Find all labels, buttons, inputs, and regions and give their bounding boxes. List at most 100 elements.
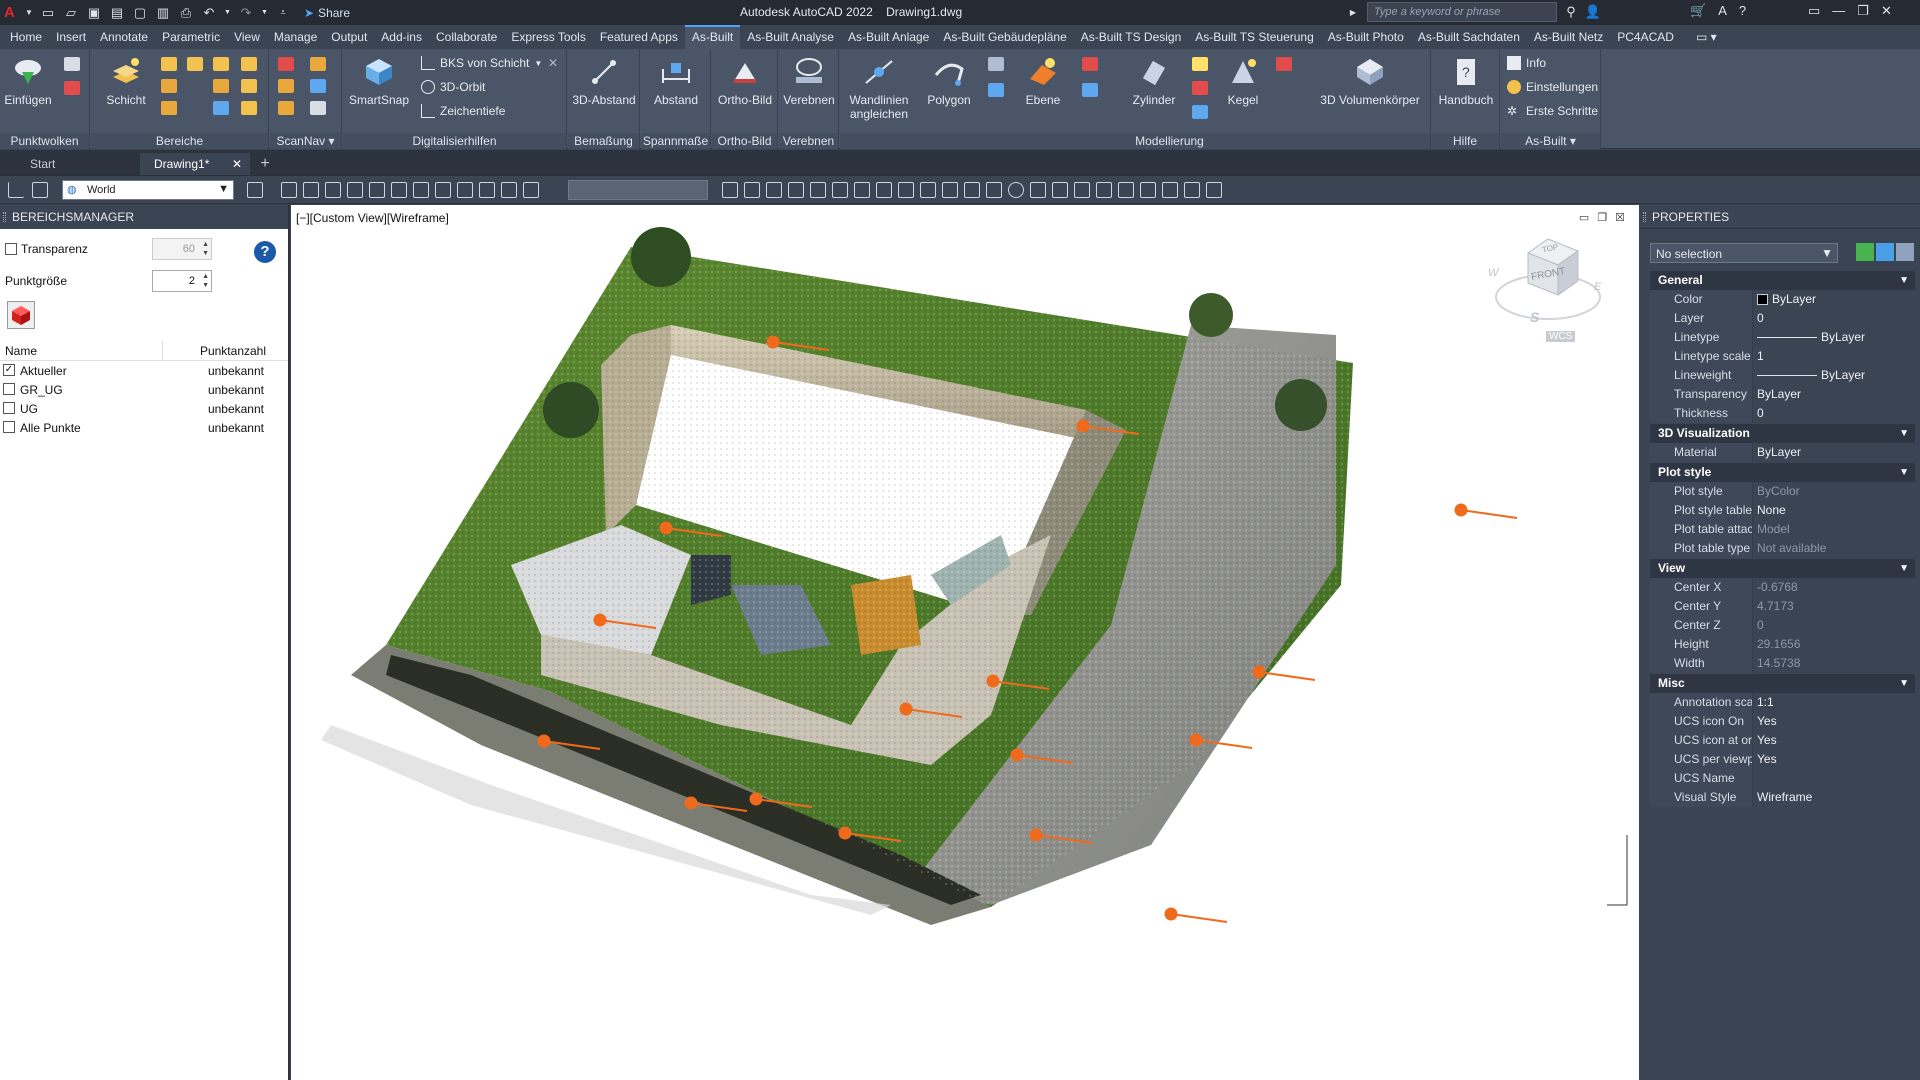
property-row[interactable]: Thickness 0 [1650,404,1915,423]
region-visibility-checkbox[interactable]: ✓ [3,364,15,376]
ebene-button[interactable]: Ebene [1018,55,1068,107]
quick-select-icon[interactable] [1896,243,1914,261]
zeichentiefe-button[interactable]: Zeichentiefe [421,104,505,118]
region-tool-2-icon[interactable] [187,57,203,71]
viewport-label[interactable]: [−][Custom View][Wireframe] [296,211,449,225]
punktgroesse-spin-arrows-icon[interactable]: ▲ ▼ [202,272,209,290]
app-menu-chevron-icon[interactable]: ▼ [25,5,33,21]
region-tool-8-icon[interactable] [161,101,177,115]
property-row[interactable]: Layer 0 [1650,309,1915,328]
model-tool-4-icon[interactable] [1082,83,1098,97]
new-tab-plus-icon[interactable]: + [250,153,280,175]
model-tool-8-icon[interactable] [1276,57,1292,71]
property-row[interactable]: Color ByLayer [1650,290,1915,309]
ucs-select-dropdown[interactable]: ◍ World ▼ [62,180,234,200]
panel-title-scannav[interactable]: ScanNav ▾ [270,133,341,149]
region-row[interactable]: GR_UG unbekannt [0,380,288,399]
properties-section-plot-style[interactable]: Plot style ▼ [1650,463,1915,482]
create-region-button[interactable] [7,301,35,329]
tab-drawing1[interactable]: Drawing1* ✕ [140,153,250,175]
pan-icon[interactable] [810,182,826,198]
viewport-minimize-icon[interactable]: ▭ [1579,211,1589,224]
toggle-pickadd-icon[interactable] [1856,243,1874,261]
search-input[interactable]: Type a keyword or phrase [1367,2,1557,22]
view-left-icon[interactable] [325,182,341,198]
cart-icon[interactable]: 🛒 [1690,3,1706,19]
perpendicular-icon[interactable] [964,182,980,198]
transparenz-checkbox-box[interactable] [5,243,17,255]
panel-title-asbuilt[interactable]: As-Built ▾ [1501,133,1600,149]
restore-icon[interactable]: ❐ [1857,3,1869,19]
property-value[interactable]: 0 [1752,404,1915,423]
share-button[interactable]: ➤ Share [304,6,350,20]
ribbon-tab-as-built-photo[interactable]: As-Built Photo [1321,25,1411,49]
ribbon-tab-output[interactable]: Output [324,25,374,49]
schicht-button[interactable]: Schicht [101,55,151,107]
scan-station-marker[interactable] [1076,419,1090,433]
model-tool-3-icon[interactable] [1082,57,1098,71]
wcs-menu-label[interactable]: WCS [1546,331,1576,342]
model-tool-5-icon[interactable] [1192,57,1208,71]
customize-qat-icon[interactable]: ⩡ [275,5,291,21]
property-value[interactable]: Wireframe [1752,788,1915,807]
ucs-manager-icon[interactable] [32,182,48,198]
properties-section-general[interactable]: General ▼ [1650,271,1915,290]
magnet-snap-icon[interactable] [1206,182,1222,198]
view-nw-iso-icon[interactable] [479,182,495,198]
save-as-icon[interactable]: ▤ [109,5,125,21]
verebnen-button[interactable]: Verebnen [781,55,837,107]
property-value[interactable]: Yes [1752,712,1915,731]
view-back-icon[interactable] [303,182,319,198]
orbit-tool-icon[interactable] [1052,182,1068,198]
scan-station-marker[interactable] [766,335,780,349]
viewport-restore-icon[interactable]: ❐ [1597,211,1607,224]
ribbon-tab-annotate[interactable]: Annotate [93,25,155,49]
handbuch-button[interactable]: ? Handbuch [1435,55,1497,107]
property-row[interactable]: UCS Name [1650,769,1915,788]
slope-icon[interactable] [1096,182,1112,198]
wandlinien-angleichen-button[interactable]: Wandlinien angleichen [846,55,912,121]
layer-properties-icon[interactable] [247,182,263,198]
property-row[interactable]: Plot table attac...Model [1650,520,1915,539]
ribbon-tab-home[interactable]: Home [3,25,49,49]
close-icon[interactable]: ✕ [1881,3,1892,19]
scan-station-marker[interactable] [899,702,913,716]
property-row[interactable]: Lineweight ByLayer [1650,366,1915,385]
info-button[interactable]: Info [1507,56,1546,70]
property-row[interactable]: Center X -0.6768 [1650,578,1915,597]
property-value[interactable]: Yes [1752,731,1915,750]
region-tool-6-icon[interactable] [213,79,229,93]
ribbon-minimize-toggle-icon[interactable]: ▭ ▾ [1689,25,1724,49]
property-row[interactable]: UCS icon On Yes [1650,712,1915,731]
ribbon-tab-as-built-ts-steuerung[interactable]: As-Built TS Steuerung [1188,25,1321,49]
property-row[interactable]: Width 14.5738 [1650,654,1915,673]
scannav-tool-5-icon[interactable] [278,101,294,115]
section-collapse-chevron-icon[interactable]: ▼ [1899,424,1909,443]
section-collapse-chevron-icon[interactable]: ▼ [1899,674,1909,693]
region-row[interactable]: ✓ Aktueller unbekannt [0,361,288,380]
point-cloud-scene[interactable] [291,205,1639,1080]
polygon-button[interactable]: Polygon [920,55,978,107]
move-icon[interactable] [832,182,848,198]
stretch-icon[interactable] [854,182,870,198]
3d-volumenkoerper-button[interactable]: 3D Volumenkörper [1320,55,1420,107]
autocad-logo-icon[interactable]: A [4,4,18,21]
ribbon-tab-collaborate[interactable]: Collaborate [429,25,504,49]
abstand-button[interactable]: Abstand [647,55,705,107]
ribbon-tab-as-built-netz[interactable]: As-Built Netz [1527,25,1610,49]
einstellungen-button[interactable]: Einstellungen [1507,80,1598,94]
save-web-icon[interactable]: ▥ [155,5,171,21]
property-value[interactable] [1752,769,1915,788]
window-zoom-icon[interactable] [766,182,782,198]
snap-tool-1-icon[interactable] [722,182,738,198]
viewcube[interactable]: TOP FRONT W E S WCS [1486,227,1606,347]
line-tool-icon[interactable] [876,182,892,198]
scan-station-marker[interactable] [684,796,698,810]
property-value[interactable]: ByLayer [1752,385,1915,404]
scan-station-marker[interactable] [537,734,551,748]
point-icon[interactable] [1140,182,1156,198]
ribbon-tab-manage[interactable]: Manage [267,25,324,49]
scannav-tool-3-icon[interactable] [278,79,294,93]
drawing-viewport[interactable]: [−][Custom View][Wireframe] ▭ ❐ ☒ TOP FR… [291,205,1639,1080]
view-se-iso-icon[interactable] [435,182,451,198]
